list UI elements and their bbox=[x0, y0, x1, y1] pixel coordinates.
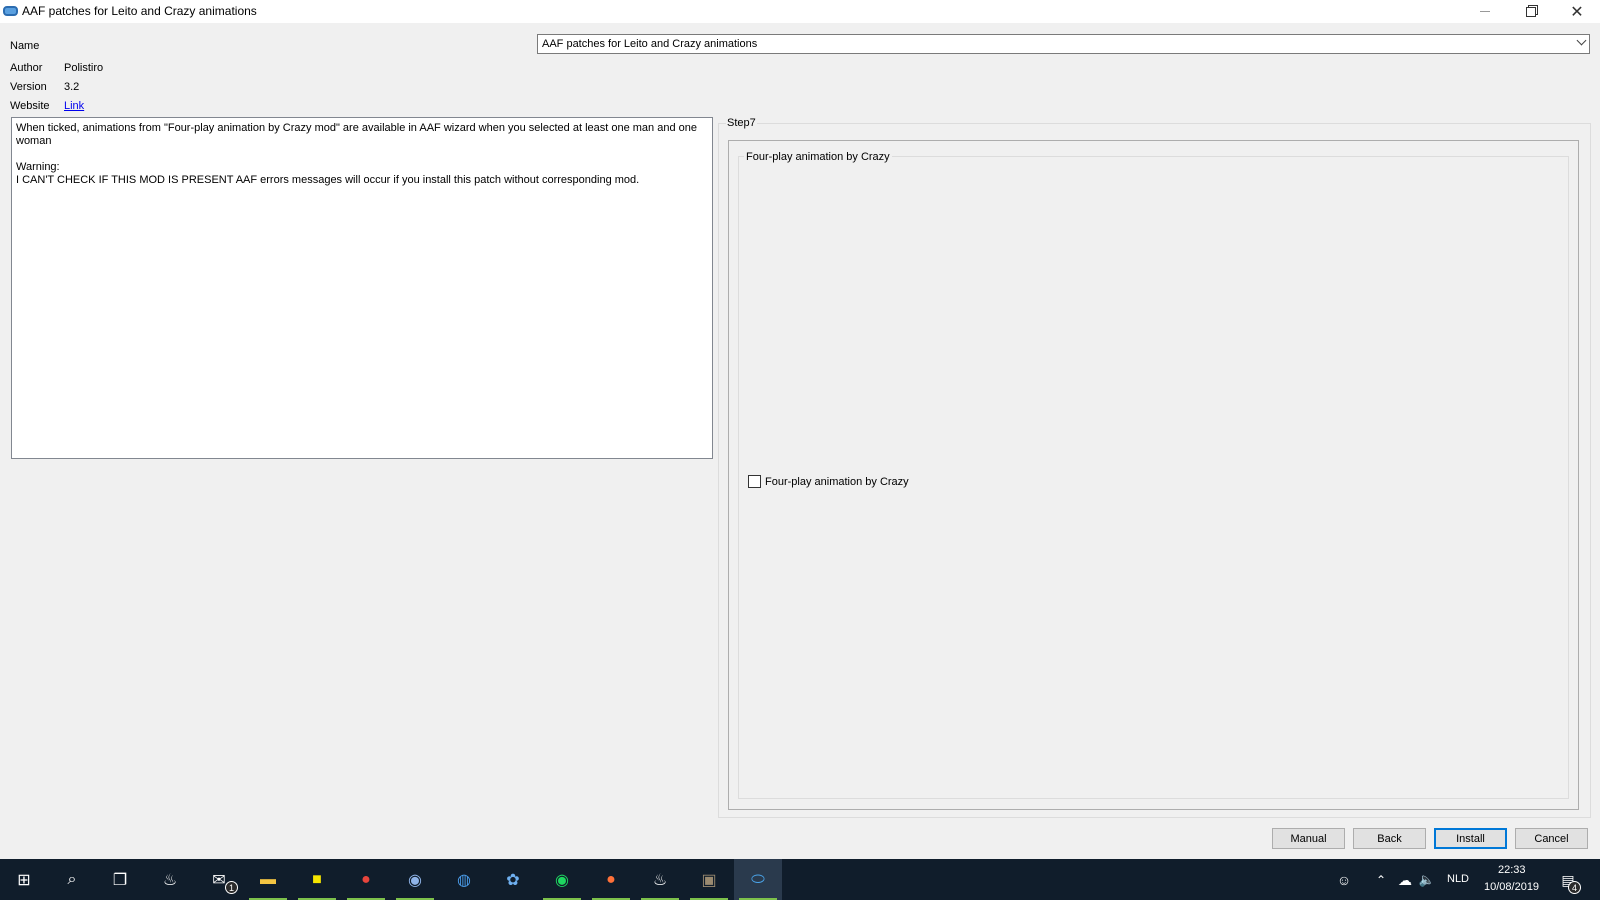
website-label: Website bbox=[10, 100, 50, 112]
language-indicator[interactable]: NLD bbox=[1447, 873, 1469, 885]
website-link[interactable]: Link bbox=[64, 100, 84, 112]
file-explorer-icon[interactable]: ▬ bbox=[255, 867, 281, 893]
author-value: Polistiro bbox=[64, 62, 104, 74]
media-app-icon[interactable]: ▣ bbox=[696, 867, 722, 893]
clock-time[interactable]: 22:33 bbox=[1498, 864, 1526, 876]
option-checkbox-row[interactable]: Four-play animation by Crazy bbox=[748, 475, 909, 488]
notification-badge: 4 bbox=[1568, 881, 1581, 894]
volume-icon[interactable]: 🔈 bbox=[1414, 867, 1440, 893]
search-icon[interactable]: ⌕ bbox=[59, 867, 85, 893]
title-bar: AAF patches for Leito and Crazy animatio… bbox=[0, 0, 1600, 23]
install-button[interactable]: Install bbox=[1434, 828, 1507, 849]
author-label: Author bbox=[10, 62, 43, 74]
name-dropdown-value: AAF patches for Leito and Crazy animatio… bbox=[542, 38, 758, 50]
mod-organizer-icon[interactable]: ⬭ bbox=[745, 867, 771, 893]
cancel-button[interactable]: Cancel bbox=[1515, 828, 1588, 849]
option-checkbox[interactable] bbox=[748, 475, 761, 488]
name-dropdown[interactable]: AAF patches for Leito and Crazy animatio… bbox=[537, 34, 1590, 54]
close-icon[interactable]: ✕ bbox=[1554, 0, 1600, 23]
chrome-icon[interactable]: ● bbox=[353, 867, 379, 893]
chevron-up-icon[interactable]: ⌃ bbox=[1368, 867, 1394, 893]
sticky-notes-icon[interactable]: ■ bbox=[304, 867, 330, 893]
spotify-icon[interactable]: ◉ bbox=[549, 867, 575, 893]
windows-start-icon[interactable]: ⊞ bbox=[11, 867, 37, 893]
version-value: 3.2 bbox=[64, 81, 80, 93]
mail-badge: 1 bbox=[225, 881, 238, 894]
name-label: Name bbox=[10, 40, 40, 52]
version-label: Version bbox=[10, 81, 47, 93]
people-icon[interactable]: ☺ bbox=[1331, 867, 1357, 893]
clock-date[interactable]: 10/08/2019 bbox=[1484, 881, 1539, 893]
description-box[interactable]: When ticked, animations from "Four-play … bbox=[11, 117, 713, 459]
firefox-icon[interactable]: ● bbox=[598, 867, 624, 893]
chrome-alt-icon[interactable]: ◉ bbox=[402, 867, 428, 893]
app-icon bbox=[3, 6, 18, 16]
taskbar: ⊞ ⌕ ❐ ♨ ✉ 1 ▬ ■ ● ◉ ◍ ✿ ◉ ● ♨ ▣ ⬭ ☺ ⌃ ☁ … bbox=[0, 859, 1600, 900]
back-button[interactable]: Back bbox=[1353, 828, 1426, 849]
steam-alt-icon[interactable]: ♨ bbox=[647, 867, 673, 893]
maximize-icon[interactable] bbox=[1508, 0, 1554, 23]
steam-icon[interactable]: ♨ bbox=[157, 867, 183, 893]
option-group-title: Four-play animation by Crazy bbox=[744, 151, 892, 163]
task-view-icon[interactable]: ❐ bbox=[107, 867, 133, 893]
app-icon-blue[interactable]: ✿ bbox=[500, 867, 526, 893]
window-title: AAF patches for Leito and Crazy animatio… bbox=[22, 4, 257, 18]
chevron-down-icon bbox=[1576, 35, 1587, 46]
option-label[interactable]: Four-play animation by Crazy bbox=[765, 476, 909, 488]
manual-button[interactable]: Manual bbox=[1272, 828, 1345, 849]
grammarly-icon[interactable]: ◍ bbox=[451, 867, 477, 893]
minimize-icon[interactable] bbox=[1462, 0, 1508, 23]
step-title: Step7 bbox=[726, 117, 757, 129]
